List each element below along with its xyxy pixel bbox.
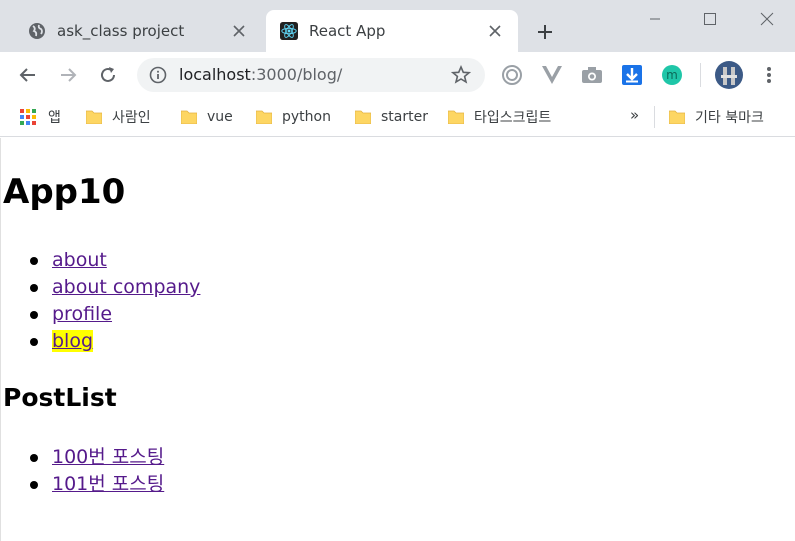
bookmark-label: 기타 북마크 [695, 110, 764, 126]
forward-arrow-icon [61, 68, 77, 82]
back-arrow-icon [19, 68, 35, 82]
menu-kebab-icon[interactable] [758, 64, 780, 86]
download-icon[interactable] [621, 64, 643, 86]
bookmark-label: python [282, 109, 331, 125]
globe-icon [28, 22, 46, 40]
toolbar-divider [700, 63, 701, 87]
link-profile[interactable]: profile [52, 303, 112, 325]
tab-react-app[interactable]: React App [266, 10, 518, 52]
bookmark-apps[interactable]: 앱 [20, 106, 61, 128]
back-button[interactable] [16, 63, 40, 87]
plus-icon [538, 25, 552, 39]
bookmark-label: 사람인 [112, 110, 151, 126]
bookmark-label: 앱 [48, 110, 61, 126]
apps-grid-icon [20, 109, 36, 125]
avatar[interactable] [715, 61, 743, 89]
info-icon[interactable] [149, 66, 167, 84]
page-title: App10 [3, 172, 126, 212]
bookmark-label: vue [207, 109, 233, 125]
close-icon [760, 12, 774, 26]
section-title: PostList [3, 383, 117, 412]
folder-icon [256, 110, 272, 124]
extension-target-icon[interactable] [501, 64, 523, 86]
mercury-icon[interactable]: m [661, 64, 683, 86]
minimize-button[interactable] [644, 8, 666, 30]
url-host: localhost [179, 65, 251, 84]
list-item: 101번 포스팅 [1, 471, 164, 498]
close-window-button[interactable] [756, 8, 778, 30]
list-item: about company [1, 274, 200, 301]
folder-icon [181, 110, 197, 124]
new-tab-button[interactable] [532, 19, 558, 45]
link-about-company[interactable]: about company [52, 276, 200, 298]
list-item: blog [1, 328, 200, 355]
bookmark-folder-vue[interactable]: vue [181, 106, 233, 128]
address-bar[interactable]: localhost:3000/blog/ [137, 58, 485, 92]
page-content: App10 about about company profile blog P… [0, 138, 795, 541]
bookmark-folder-starter[interactable]: starter [355, 106, 428, 128]
forward-button[interactable] [56, 63, 80, 87]
bookmark-folder-saramin[interactable]: 사람인 [86, 106, 151, 128]
tab-close-icon[interactable] [484, 20, 506, 42]
minimize-icon [650, 18, 660, 20]
folder-icon [669, 110, 685, 124]
maximize-button[interactable] [699, 8, 721, 30]
svg-text:m: m [666, 68, 678, 82]
post-list: 100번 포스팅 101번 포스팅 [1, 444, 164, 498]
folder-icon [86, 110, 102, 124]
folder-icon [448, 110, 464, 124]
bookmark-folder-typescript[interactable]: 타입스크립트 [448, 106, 551, 128]
url-text: localhost:3000/blog/ [179, 65, 342, 84]
maximize-icon [704, 13, 716, 25]
nav-link-list: about about company profile blog [1, 247, 200, 355]
reload-icon [101, 67, 115, 82]
folder-icon [355, 110, 371, 124]
post-link[interactable]: 101번 포스팅 [52, 473, 164, 495]
url-path: :3000/blog/ [250, 65, 343, 84]
list-item: about [1, 247, 200, 274]
bookmark-label: 타입스크립트 [474, 110, 552, 126]
vue-devtools-icon[interactable] [541, 64, 563, 86]
link-blog[interactable]: blog [52, 330, 94, 352]
bookmark-label: starter [381, 109, 428, 125]
post-link[interactable]: 100번 포스팅 [52, 446, 164, 468]
camera-icon[interactable] [581, 64, 603, 86]
tab-close-icon[interactable] [228, 20, 250, 42]
reload-button[interactable] [96, 63, 120, 87]
bookmarks-bar: 앱 사람인 vue python starter 타입스크립트 » 기타 북마크 [0, 98, 795, 137]
list-item: 100번 포스팅 [1, 444, 164, 471]
link-about[interactable]: about [52, 249, 107, 271]
list-item: profile [1, 301, 200, 328]
tab-ask-class-project[interactable]: ask_class project [14, 10, 262, 52]
browser-toolbar: localhost:3000/blog/ m [0, 52, 795, 98]
tab-title: React App [309, 22, 386, 40]
bookmarks-overflow-button[interactable]: » [630, 106, 639, 124]
bookmark-star-icon[interactable] [450, 64, 472, 85]
bookmark-folder-python[interactable]: python [256, 106, 331, 128]
react-icon [280, 22, 298, 40]
bookmarks-divider [654, 106, 655, 128]
bookmark-folder-other[interactable]: 기타 북마크 [669, 106, 764, 128]
tab-strip: ask_class project React App [0, 0, 795, 52]
tab-title: ask_class project [57, 22, 185, 40]
